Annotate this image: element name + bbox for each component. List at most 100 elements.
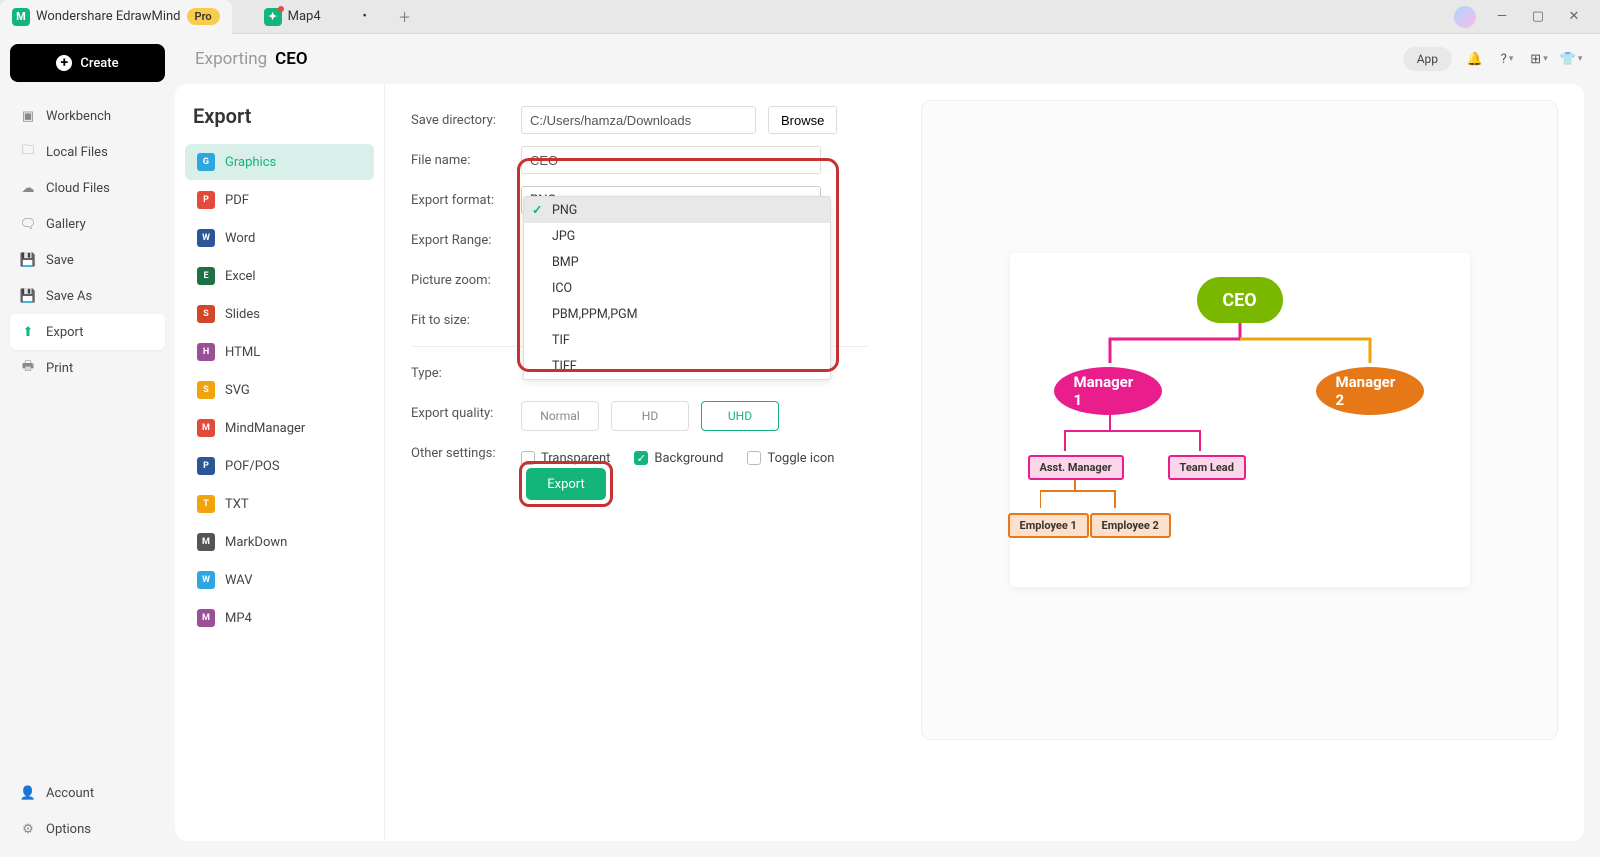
tab-modified-dot: •	[357, 9, 373, 25]
bell-icon[interactable]: 🔔	[1466, 50, 1484, 68]
file-type-icon: H	[197, 343, 215, 361]
app-pill-button[interactable]: App	[1403, 47, 1452, 71]
export-type-label: TXT	[225, 497, 249, 512]
export-type-pdf[interactable]: P PDF	[185, 182, 374, 218]
file-type-icon: E	[197, 267, 215, 285]
export-type-label: PDF	[225, 193, 249, 208]
shirt-icon[interactable]: 👕	[1562, 50, 1580, 68]
export-type-label: Slides	[225, 307, 260, 322]
avatar[interactable]	[1454, 6, 1476, 28]
sidebar-item-export[interactable]: ⬆ Export	[10, 314, 165, 350]
quality-label: Export quality:	[411, 406, 521, 421]
export-type-label: HTML	[225, 345, 260, 360]
file-type-icon: P	[197, 191, 215, 209]
save-icon: 💾	[20, 252, 36, 268]
breadcrumb-current: CEO	[275, 49, 307, 69]
window-close[interactable]: ✕	[1560, 3, 1588, 31]
export-form: Save directory: Browse File name: Export…	[385, 84, 895, 841]
browse-button[interactable]: Browse	[768, 106, 837, 134]
dropdown-item-png[interactable]: PNG	[524, 197, 830, 223]
export-type-label: MarkDown	[225, 535, 287, 550]
picture-zoom-label: Picture zoom:	[411, 273, 521, 288]
preview-frame: CEO Manager 1 Manager 2 Asst. Manager Te…	[921, 100, 1558, 740]
app-tab-main[interactable]: M Wondershare EdrawMind Pro	[0, 0, 232, 34]
print-icon: 🖶	[20, 360, 36, 376]
quality-hd[interactable]: HD	[611, 401, 689, 431]
breadcrumb: Exporting CEO	[195, 49, 308, 69]
export-button[interactable]: Export	[526, 468, 606, 500]
fit-to-size-label: Fit to size:	[411, 313, 521, 328]
workbench-icon: ▣	[20, 108, 36, 124]
sidebar-item-cloud-files[interactable]: ☁ Cloud Files	[10, 170, 165, 206]
nav-label: Account	[46, 786, 94, 801]
file-type-icon: T	[197, 495, 215, 513]
export-type-mindmanager[interactable]: MMindManager	[185, 410, 374, 446]
export-type-html[interactable]: H HTML	[185, 334, 374, 370]
export-type-slides[interactable]: S Slides	[185, 296, 374, 332]
export-type-mp4[interactable]: MMP4	[185, 600, 374, 636]
nav-label: Local Files	[46, 145, 108, 160]
annotation-highlight-export-btn: Export	[519, 461, 613, 507]
type-label: Type:	[411, 366, 521, 381]
app-name: Wondershare EdrawMind	[36, 9, 181, 24]
file-type-icon: S	[197, 305, 215, 323]
file-type-icon: W	[197, 571, 215, 589]
export-type-graphics[interactable]: GGraphics	[185, 144, 374, 180]
tab-label: Map4	[288, 9, 321, 24]
cloud-icon: ☁	[20, 180, 36, 196]
checkbox-background[interactable]: ✓ Background	[634, 451, 723, 466]
file-name-input[interactable]	[521, 146, 821, 174]
save-directory-input[interactable]	[521, 106, 756, 134]
window-maximize[interactable]: ▢	[1524, 3, 1552, 31]
sidebar-item-options[interactable]: ⚙ Options	[10, 811, 165, 847]
dropdown-item-jpg[interactable]: JPG	[524, 223, 830, 249]
create-button[interactable]: + Create	[10, 44, 165, 82]
sidebar-item-gallery[interactable]: 🗨 Gallery	[10, 206, 165, 242]
nav-label: Print	[46, 361, 73, 376]
sidebar-item-print[interactable]: 🖶 Print	[10, 350, 165, 386]
export-type-label: Graphics	[225, 155, 276, 170]
export-range-label: Export Range:	[411, 233, 521, 248]
dropdown-item-ico[interactable]: ICO	[524, 275, 830, 301]
document-tab-map4[interactable]: ✦ Map4 •	[252, 0, 385, 34]
dropdown-item-tif[interactable]: TIF	[524, 327, 830, 353]
dropdown-item-bmp[interactable]: BMP	[524, 249, 830, 275]
nav-label: Options	[46, 822, 91, 837]
export-format-dropdown: PNGJPGBMPICOPBM,PPM,PGMTIFTIFF	[523, 196, 831, 380]
account-icon: 👤	[20, 785, 36, 801]
export-type-pof-pos[interactable]: PPOF/POS	[185, 448, 374, 484]
apps-grid-icon[interactable]: ⊞	[1530, 50, 1548, 68]
window-minimize[interactable]: —	[1488, 3, 1516, 31]
checkbox-box	[747, 451, 761, 465]
nav-label: Cloud Files	[46, 181, 110, 196]
help-icon[interactable]: ?	[1498, 50, 1516, 68]
preview-canvas: CEO Manager 1 Manager 2 Asst. Manager Te…	[1010, 253, 1470, 587]
new-tab-button[interactable]: ＋	[393, 5, 417, 29]
pro-badge: Pro	[187, 8, 220, 25]
dropdown-item-tiff[interactable]: TIFF	[524, 353, 830, 379]
quality-uhd[interactable]: UHD	[701, 401, 779, 431]
export-type-excel[interactable]: EExcel	[185, 258, 374, 294]
sidebar: + Create ▣ Workbench 🗀 Local Files ☁ Clo…	[0, 34, 175, 857]
export-type-label: SVG	[225, 383, 250, 398]
export-icon: ⬆	[20, 324, 36, 340]
export-types-panel: Export GGraphicsPPDFWWordEExcelSSlidesHH…	[175, 84, 385, 841]
checkbox-toggle-icon[interactable]: Toggle icon	[747, 451, 834, 466]
sidebar-item-workbench[interactable]: ▣ Workbench	[10, 98, 165, 134]
dropdown-item-pbm-ppm-pgm[interactable]: PBM,PPM,PGM	[524, 301, 830, 327]
export-type-word[interactable]: WWord	[185, 220, 374, 256]
export-type-label: Word	[225, 231, 255, 246]
org-node-mgr2: Manager 2	[1316, 367, 1424, 415]
export-type-svg[interactable]: SSVG	[185, 372, 374, 408]
export-type-label: POF/POS	[225, 459, 280, 474]
map-doc-icon: ✦	[264, 8, 282, 26]
sidebar-item-save[interactable]: 💾 Save	[10, 242, 165, 278]
sidebar-item-account[interactable]: 👤 Account	[10, 775, 165, 811]
sidebar-item-save-as[interactable]: 💾 Save As	[10, 278, 165, 314]
quality-normal[interactable]: Normal	[521, 401, 599, 431]
export-type-txt[interactable]: T TXT	[185, 486, 374, 522]
export-type-markdown[interactable]: MMarkDown	[185, 524, 374, 560]
checkbox-label: Toggle icon	[767, 451, 834, 466]
sidebar-item-local-files[interactable]: 🗀 Local Files	[10, 134, 165, 170]
export-type-wav[interactable]: WWAV	[185, 562, 374, 598]
